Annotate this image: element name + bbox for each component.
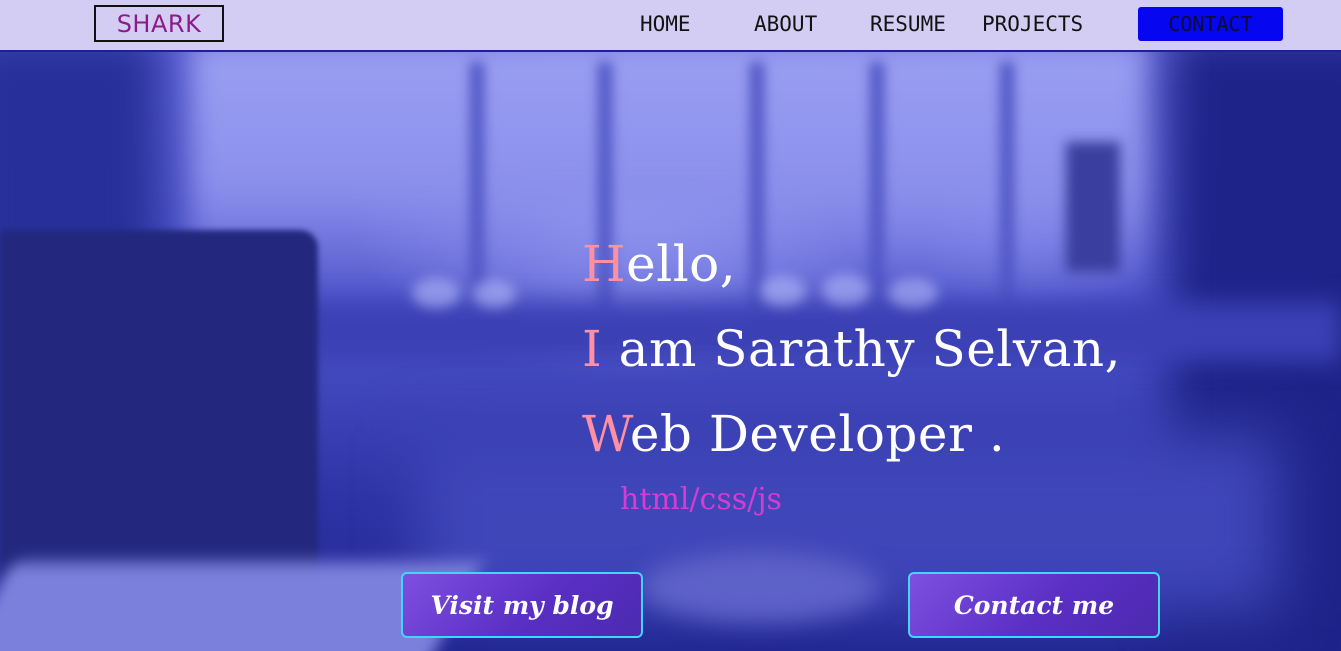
hero-tech-stack: html/css/js [620,482,782,517]
nav-link-home[interactable]: HOME [640,11,691,37]
background-bokeh [412,278,460,308]
background-bokeh [472,280,516,308]
background-saucer [640,552,880,622]
background-pillar [470,62,484,312]
hero-role: Web Developer . [582,405,1006,463]
nav-link-resume[interactable]: RESUME [870,11,946,37]
contact-me-button[interactable]: Contact me [908,572,1160,638]
nav-contact-button[interactable]: CONTACT [1138,7,1283,41]
nav-link-about[interactable]: ABOUT [754,11,817,37]
hero-intro: I am Sarathy Selvan, [582,320,1121,378]
background-laptop [0,230,318,580]
nav-link-projects[interactable]: PROJECTS [982,11,1083,37]
hero-greeting: Hello, [582,235,737,293]
brand-logo[interactable]: SHARK [94,5,224,42]
hero-heading: Hello, I am Sarathy Selvan, Web Develope… [582,222,1121,477]
visit-blog-button[interactable]: Visit my blog [401,572,643,638]
top-navbar: SHARK HOME ABOUT RESUME PROJECTS CONTACT [0,0,1341,52]
